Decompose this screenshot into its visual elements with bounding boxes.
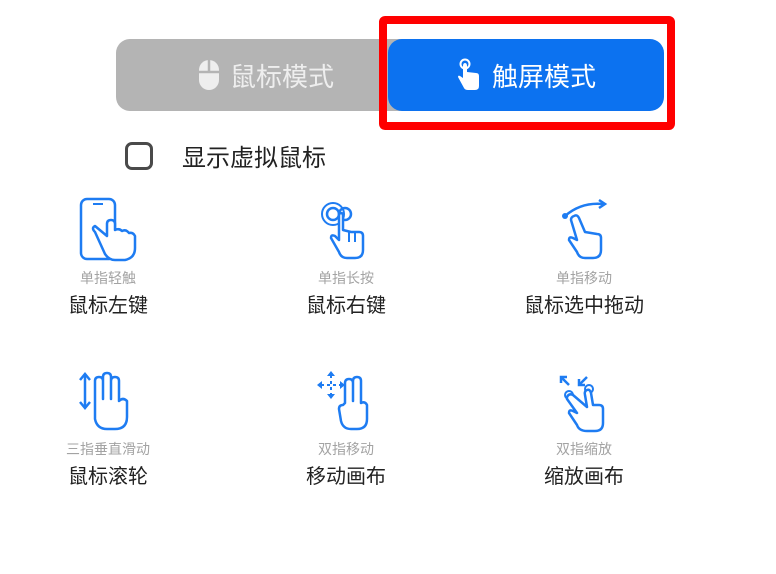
mouse-mode-label: 鼠标模式 (229, 62, 334, 93)
gesture-label: 单指移动 (556, 271, 612, 287)
long-press-icon (321, 202, 365, 260)
action-label: 鼠标滚轮 (68, 464, 148, 488)
gesture-item-three-finger-scroll: 三指垂直滑动 鼠标滚轮 (18, 367, 198, 489)
action-label: 鼠标右键 (306, 293, 386, 317)
gesture-label: 三指垂直滑动 (66, 442, 150, 458)
swipe-drag-icon (562, 198, 608, 260)
action-label: 鼠标选中拖动 (524, 293, 644, 317)
virtual-mouse-checkbox[interactable] (125, 141, 153, 170)
pinch-zoom-icon (559, 375, 605, 433)
gesture-item-two-finger-move: 双指移动 移动画布 (256, 367, 436, 489)
virtual-mouse-label: 显示虚拟鼠标 (182, 144, 326, 172)
gesture-label: 单指长按 (318, 271, 374, 287)
action-label: 移动画布 (306, 464, 386, 488)
gesture-item-single-move: 单指移动 鼠标选中拖动 (494, 196, 674, 318)
gesture-label: 单指轻触 (80, 271, 136, 287)
gesture-item-long-press: 单指长按 鼠标右键 (256, 196, 436, 318)
tap-phone-icon (79, 197, 137, 262)
mouse-mode-button[interactable]: 鼠标模式 (116, 39, 416, 111)
selection-highlight-box (379, 16, 675, 130)
two-finger-move-icon (317, 371, 369, 431)
mouse-icon (198, 60, 219, 90)
virtual-mouse-option[interactable]: 显示虚拟鼠标 (125, 138, 326, 173)
gesture-item-single-tap: 单指轻触 鼠标左键 (18, 196, 198, 318)
action-label: 鼠标左键 (68, 293, 148, 317)
three-finger-scroll-icon (79, 371, 129, 431)
gesture-item-pinch-zoom: 双指缩放 缩放画布 (494, 367, 674, 489)
gesture-label: 双指移动 (318, 442, 374, 458)
gesture-label: 双指缩放 (556, 442, 612, 458)
action-label: 缩放画布 (544, 464, 624, 488)
